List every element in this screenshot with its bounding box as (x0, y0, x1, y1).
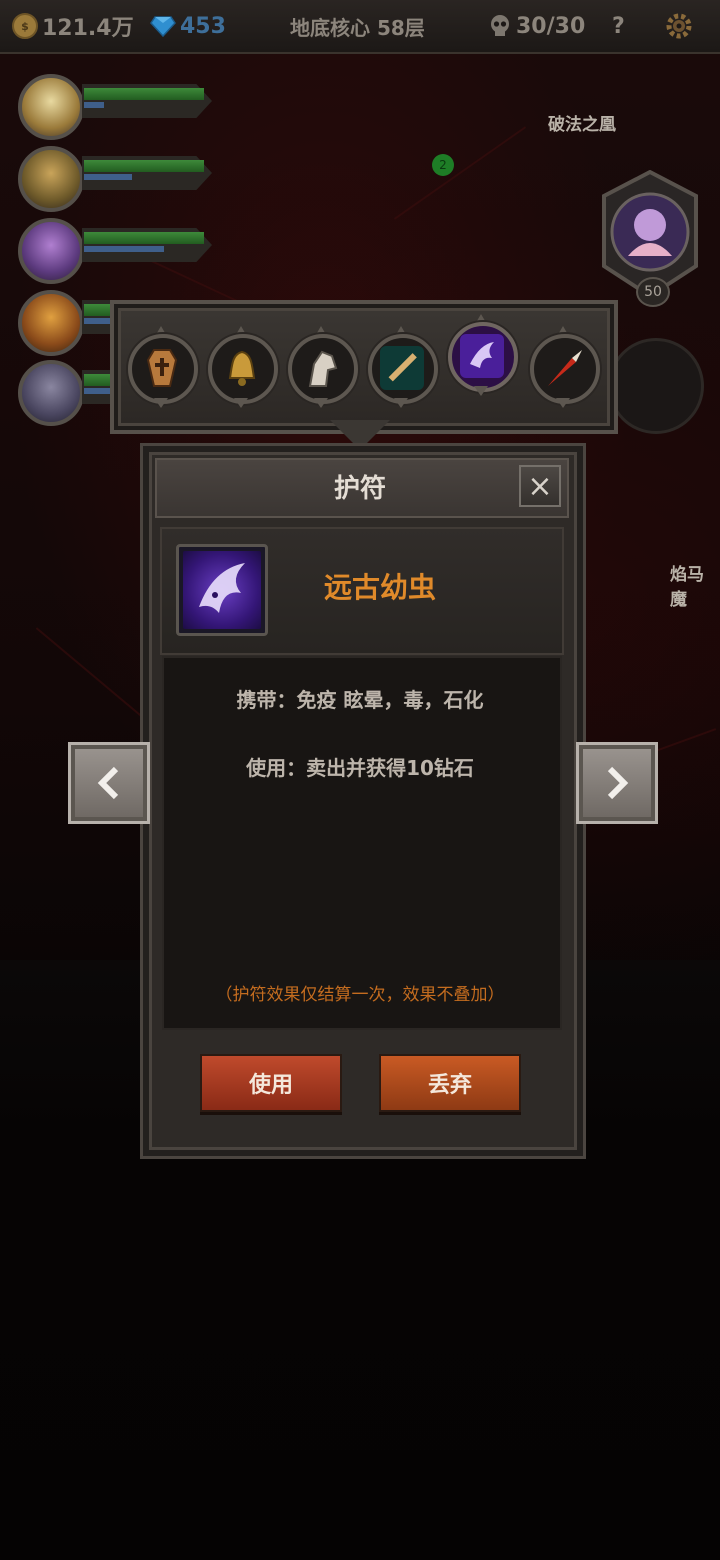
diamond-icon (150, 16, 176, 37)
feathered-spear-icon (548, 350, 582, 386)
amulet-slot-coffin[interactable] (128, 326, 198, 408)
hero-mp-bar (84, 174, 132, 180)
bell-icon (228, 350, 256, 386)
amulet-slot-horse[interactable] (288, 326, 358, 408)
amulet-slot-flute[interactable] (368, 326, 438, 408)
effect-note: （护符效果仅结算一次，效果不叠加） (215, 985, 505, 1005)
boss-name-label: 焰马魔 (670, 565, 704, 610)
hero-hp-bar (84, 88, 204, 100)
previous-amulet-button[interactable] (68, 742, 150, 824)
use-effect-text: 使用：卖出并获得10钻石 (246, 756, 474, 780)
hero-hp-bar (84, 232, 204, 244)
amulet-slot-feathered-spear[interactable] (530, 326, 600, 408)
gear-icon (666, 13, 692, 39)
hero-slot-3[interactable] (10, 214, 220, 284)
ancient-larva-icon (199, 563, 245, 613)
close-button[interactable]: × (519, 465, 561, 507)
top-status-bar: $ 121.4万 453 地底核心 58层 30/30 ? (0, 0, 720, 54)
hero-slot-2[interactable] (10, 142, 220, 212)
item-icon-frame (176, 544, 268, 636)
help-icon[interactable]: ? (612, 0, 625, 52)
ancient-larva-icon (460, 334, 504, 378)
hero-portrait (18, 74, 84, 140)
settings-button[interactable] (664, 0, 694, 52)
hero-hp-bar (84, 160, 204, 172)
hero-slot-1[interactable] (10, 70, 220, 140)
carry-effect-text: 携带：免疫 眩晕，毒，石化 (236, 688, 484, 712)
chevron-left-icon (97, 766, 119, 800)
gem-counter: 453 (150, 0, 226, 52)
amulet-slot-ancient-larva[interactable] (448, 314, 518, 396)
hero-portrait (18, 218, 84, 284)
coin-icon: $ (12, 13, 38, 39)
coffin-icon (146, 349, 178, 387)
amulet-slot-bell[interactable] (208, 326, 278, 408)
skull-icon (491, 15, 509, 36)
item-name: 远古幼虫 (323, 571, 436, 604)
horse-head-icon (308, 350, 338, 387)
hero-mp-bar (84, 246, 164, 252)
boss-name-label: 破法之凰 (548, 115, 616, 135)
locked-boss-emblem (608, 338, 704, 434)
skull-counter: 30/30 (488, 0, 585, 52)
hero-mp-bar (84, 102, 104, 108)
map-node-marker[interactable]: 2 (432, 154, 454, 176)
flute-icon (380, 346, 424, 390)
hero-portrait (18, 146, 84, 212)
hero-portrait (18, 290, 84, 356)
next-amulet-button[interactable] (576, 742, 658, 824)
hero-portrait (18, 360, 84, 426)
discard-button[interactable]: 丢弃 (379, 1054, 521, 1112)
gold-counter: $ 121.4万 (12, 0, 134, 52)
dialog-title: 护符 (333, 473, 386, 504)
chevron-right-icon (607, 766, 629, 800)
use-button[interactable]: 使用 (200, 1054, 342, 1112)
boss-level-badge: 50 (636, 277, 670, 307)
floor-title: 地底核心 58层 (290, 15, 425, 40)
